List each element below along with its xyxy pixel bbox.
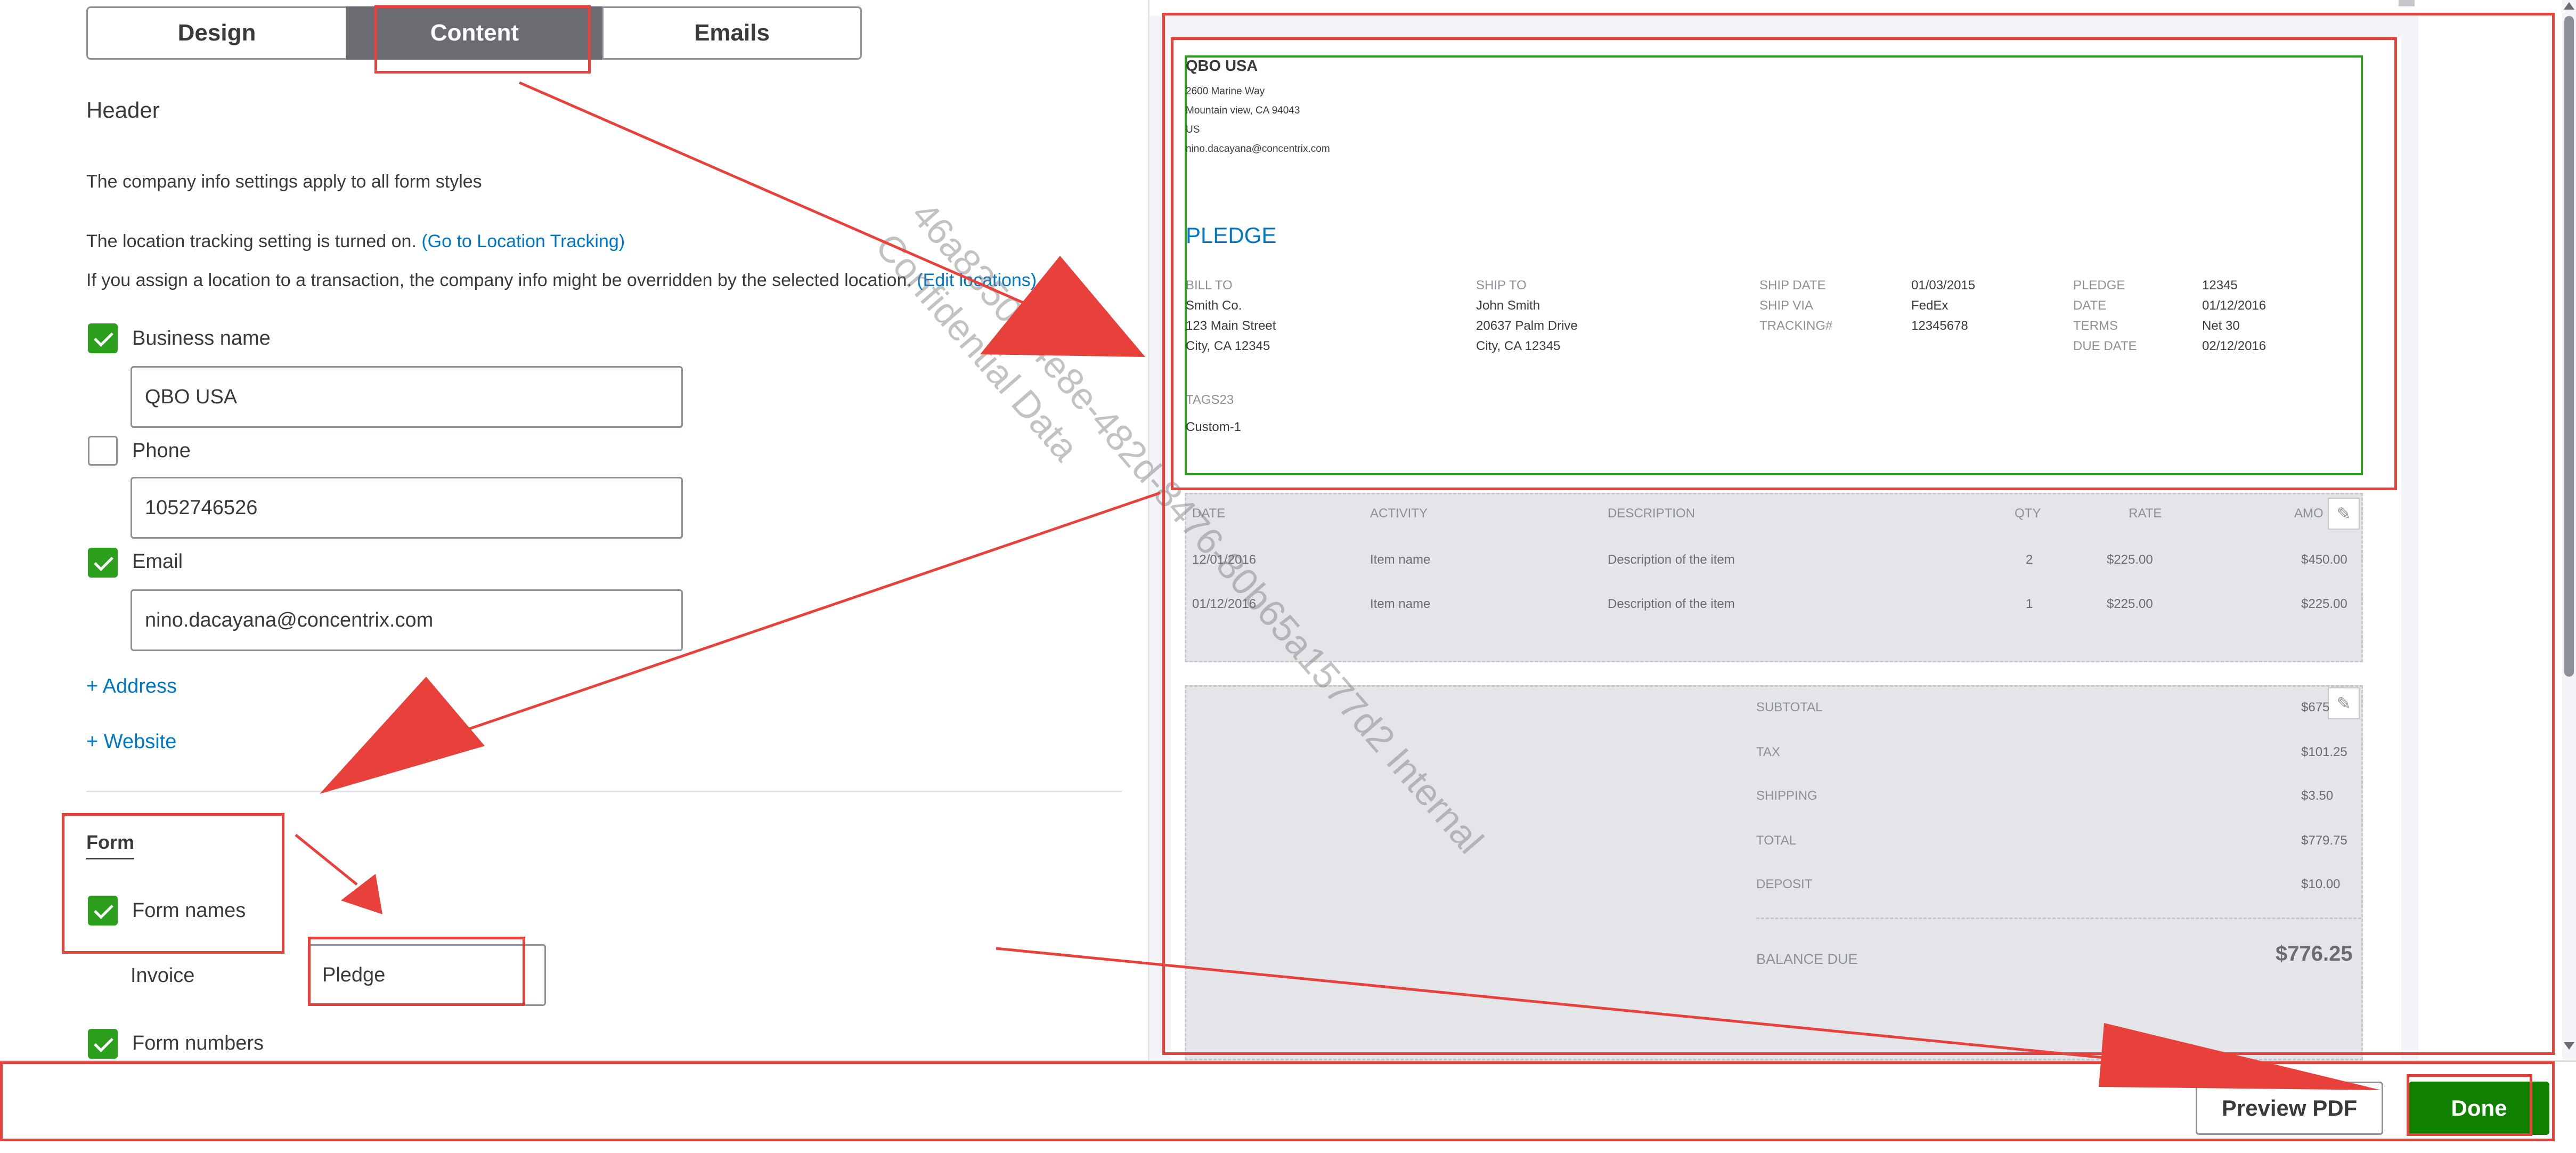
- annotation-arrow-line: [996, 947, 2131, 1062]
- annotation-arrows: [295, 81, 2381, 1090]
- annotation-arrowhead: [2099, 1023, 2381, 1090]
- annotation-arrow-line: [518, 81, 1088, 332]
- annotation-arrow-line: [458, 491, 1161, 734]
- annotation-arrow-line: [295, 834, 358, 886]
- annotation-arrowhead: [320, 677, 485, 794]
- annotation-arrowhead: [980, 256, 1145, 357]
- form-customization-screen: Design Content Emails Header The company…: [0, 0, 2576, 1153]
- annotation-arrowhead: [341, 874, 382, 914]
